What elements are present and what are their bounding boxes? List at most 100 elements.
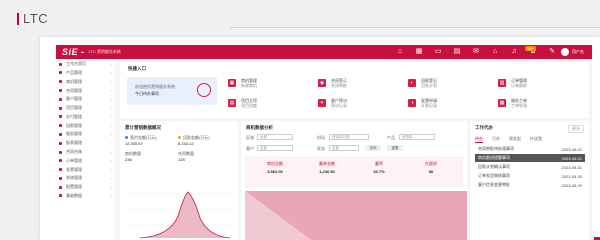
todo-text: 合同审批待处理事项 [478,146,514,151]
sales-overview-panel: 累计营销数据概况 签约金额(万元) 12,345.67 回款金额(万元) 8,2… [120,121,238,240]
sidebar-item[interactable]: 交付管理 › [56,113,115,120]
mail-icon[interactable]: ✉ [472,48,480,56]
trend-area [140,192,230,238]
more-link[interactable]: 更多 [568,125,584,133]
sidebar-item[interactable]: 订单管理 › [56,157,115,164]
sidebar-item[interactable]: 项目管理 › [56,105,115,112]
chart-icon[interactable]: ▤ [453,48,461,56]
monitor-icon[interactable]: ▭ [434,48,442,56]
todo-row[interactable]: 商机跟进提醒事项 2023-06-01 [475,154,585,162]
todo-tab[interactable]: 我发起 [509,136,521,143]
sales-panel-title: 累计营销数据概况 [125,125,161,130]
sidebar-item[interactable]: 产品管理 › [56,69,115,76]
sidebar-item[interactable]: 回款管理 › [56,122,115,129]
user-menu[interactable]: 用户名 [561,48,584,56]
tile-label: 发票申请 [421,97,437,103]
bell-icon[interactable]: ♫ [510,48,518,56]
menu-icon [59,97,62,101]
todo-tab[interactable]: 抄送我 [530,136,542,143]
page-header: LTC [0,0,600,32]
todo-text: 客户信息变更审批 [478,182,510,187]
tile-icon: ▣ [228,78,236,87]
tile-icon: ◆ [318,78,326,87]
todo-row[interactable]: 合同审批待处理事项 2023-06-01 [475,145,585,153]
user-name[interactable]: 用户名 [572,49,584,55]
chevron-right-icon: › [110,61,112,67]
house-icon[interactable]: ⌂ [491,48,499,56]
todo-row[interactable]: 客户信息变更审批 2023-05-29 [475,181,585,189]
welcome-tile[interactable]: 欢迎使用营销服务系统 今日待办事项 [127,77,217,105]
todo-row[interactable]: 订单发货审核事项 2023-05-30 [475,172,585,180]
sidebar-item-label: 回款管理 [66,122,82,128]
kpi-won: 赢单金额 1,236.50 [319,161,335,174]
sidebar-item[interactable]: 客户管理 › [56,96,115,103]
tile-value: 项目进度 [241,102,257,108]
sidebar-item[interactable]: 合同管理 › [56,87,115,94]
filter-product-select[interactable]: 请选择 [399,134,435,140]
filter-region-select[interactable]: 全部 [257,134,293,140]
search-button[interactable]: 查询 [365,145,381,151]
system-name: LTC 营销服务系统 [88,49,121,54]
chevron-right-icon: › [110,184,112,190]
filter-status-select[interactable]: 全部 [329,145,359,151]
reset-button[interactable]: 重置 [387,145,403,151]
filter-customer-select[interactable]: 全部 [257,145,293,151]
sidebar-item[interactable]: 系统管理 › [56,175,115,182]
sidebar-item-label: 产品管理 [66,69,82,75]
todo-tab[interactable]: 待办 [475,136,483,143]
grid-icon[interactable]: ▦ [415,48,423,56]
menu-icon [59,159,62,163]
sidebar-item-label: 合同台账 [66,149,82,154]
app-logo[interactable]: SiE - [62,47,85,57]
sidebar-item[interactable]: 报表管理 › [56,140,115,147]
welcome-subtext: 今日待办事项 [135,91,159,96]
sidebar-item[interactable]: 工作台首页 › [56,61,115,68]
menu-icon [59,62,62,66]
message-icon[interactable]: ✎ [548,48,556,56]
tile-label: 回款登记 [421,77,437,83]
chevron-right-icon: › [110,193,112,199]
quick-entry-tile[interactable]: ◆ 合同签订 合同审批 [318,76,400,89]
sidebar-item[interactable]: 基础数据 › [56,192,115,199]
menu-icon [59,150,62,154]
trend-chart [128,191,232,239]
sidebar-item[interactable]: 商机管理 › [56,78,115,85]
avatar[interactable] [561,48,569,56]
chevron-right-icon: › [110,114,112,120]
tile-label: 商机管理 [241,77,257,83]
tile-value: 新建商机 [241,82,257,88]
todo-row[interactable]: 回款计划确认事项 2023-05-31 [475,163,585,171]
sidebar-item-label: 服务管理 [66,131,82,137]
todo-tab[interactable]: 已办 [492,136,500,143]
chevron-right-icon: › [110,88,112,94]
todo-date: 2023-06-01 [561,146,582,152]
chevron-right-icon: › [110,140,112,146]
sidebar-item[interactable]: 发票管理 › [56,166,115,173]
todo-text: 订单发货审核事项 [478,173,510,178]
sidebar-item[interactable]: 合同台账 › [56,148,115,155]
quick-entry-tile[interactable]: ▥ 订单管理 订单跟踪 [498,76,580,89]
sidebar-item[interactable]: 配置管理 › [56,184,115,191]
quick-entry-tile[interactable]: ▤ 项目立项 项目进度 [228,96,310,109]
sidebar-item[interactable]: 服务管理 › [56,131,115,138]
chevron-right-icon: › [110,131,112,137]
home-icon[interactable]: ⌂ [396,48,404,56]
quick-entry-tile[interactable]: ◐ 回款登记 回款计划 [408,76,490,89]
quick-entry-tile[interactable]: ▣ 商机管理 新建商机 [228,76,310,89]
quick-entry-tile[interactable]: ◑ 发票申请 开票记录 [408,96,490,109]
todo-date: 2023-05-31 [561,164,582,170]
tile-value: 合同审批 [331,82,347,88]
filter-region-label: 区域 [246,135,254,140]
sidebar-item-label: 报表管理 [66,140,82,146]
opportunity-analysis-panel: 商机数据分析 区域 全部 时间 请选择日期 产品 请选择 客户 全部 状态 全部… [241,121,467,240]
menu-icon [59,194,62,198]
sidebar-item-label: 发票管理 [66,166,82,172]
filter-date-picker[interactable]: 请选择日期 [329,134,369,140]
sidebar-item-label: 系统管理 [66,175,82,181]
stamp-icon [197,83,211,97]
tile-value: 回款计划 [421,82,437,88]
tile-label: 客户拜访 [331,97,347,103]
quick-entry-tile[interactable]: ✦ 客户拜访 拜访记录 [318,96,400,109]
quick-entry-tile[interactable]: ▦ 服务工单 工单处理 [498,96,580,109]
analysis-panel-title: 商机数据分析 [246,125,273,130]
